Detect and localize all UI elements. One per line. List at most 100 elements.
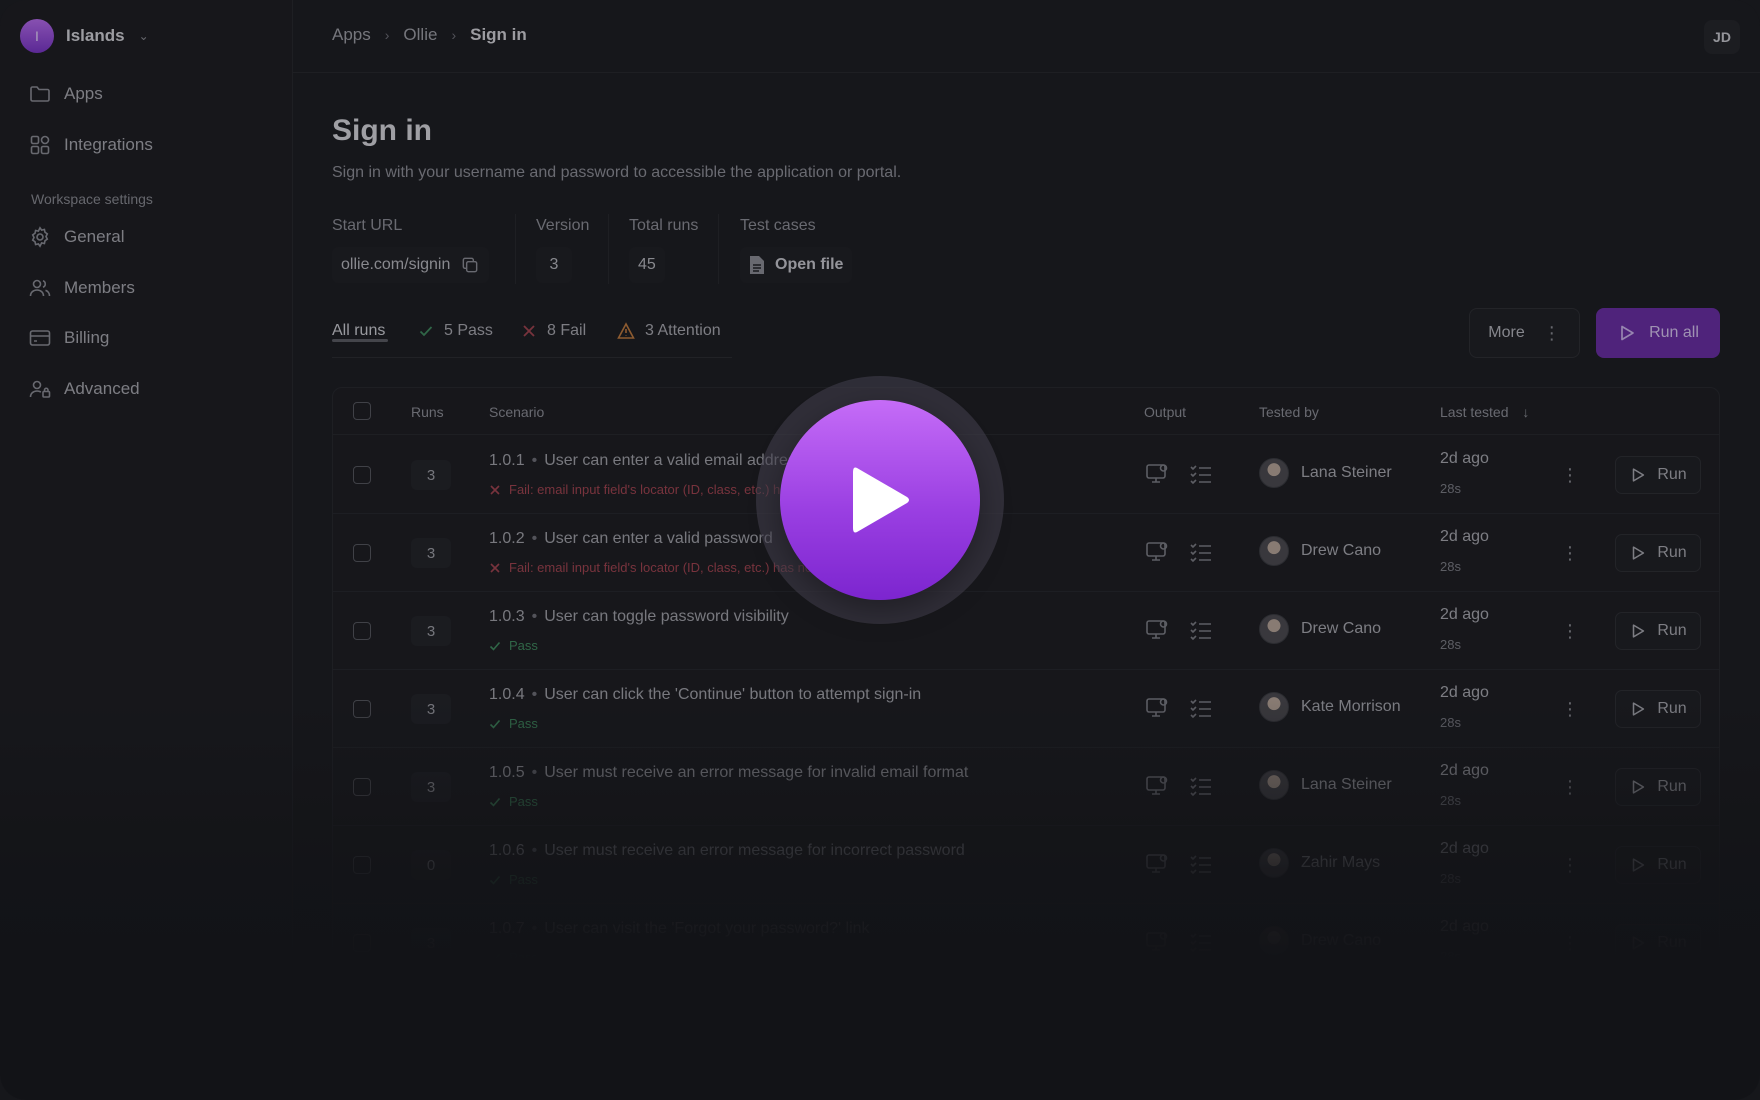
run-button[interactable]: Run <box>1615 924 1701 962</box>
table-row[interactable]: 3 1.0.4 • User can click the 'Continue' but… <box>333 670 1719 748</box>
scenario[interactable]: 1.0.6 • User must receive an error message… <box>489 842 965 860</box>
scenario[interactable]: 1.0.5 • User must receive an error message… <box>489 764 968 782</box>
video-play-button[interactable] <box>780 400 980 600</box>
topbar: Apps › Ollie › Sign in JD <box>293 0 1760 73</box>
breadcrumb-apps[interactable]: Apps <box>332 25 371 45</box>
tab-attention[interactable]: 3 Attention <box>617 322 721 340</box>
header-output: Output <box>1144 404 1187 420</box>
last-tested: 2d ago <box>1440 528 1489 545</box>
checklist-icon[interactable] <box>1188 617 1214 643</box>
last-tested: 2d ago <box>1440 606 1489 623</box>
sidebar-item-members[interactable]: Members <box>28 276 135 300</box>
kebab-icon[interactable]: ⋮ <box>1560 853 1580 877</box>
user-avatar[interactable]: JD <box>1704 20 1740 54</box>
run-button[interactable]: Run <box>1615 456 1701 494</box>
checklist-icon[interactable] <box>1188 539 1214 565</box>
kebab-icon[interactable]: ⋮ <box>1560 463 1580 487</box>
scenario-title: User can visit the 'Forgot your password… <box>544 920 870 937</box>
run-duration: 28s <box>1440 871 1461 886</box>
row-checkbox[interactable] <box>353 466 371 484</box>
checklist-icon[interactable] <box>1188 461 1214 487</box>
total-runs-value: 45 <box>629 247 665 283</box>
tester: Zahir Mays <box>1259 848 1380 878</box>
page-subtitle: Sign in with your username and password … <box>332 164 902 181</box>
warning-icon <box>617 322 635 339</box>
run-button[interactable]: Run <box>1615 612 1701 650</box>
run-label: Run <box>1657 934 1687 951</box>
scenario[interactable]: 1.0.7 • User can visit the 'Forgot your pa… <box>489 920 870 938</box>
separator-dot: • <box>531 842 538 859</box>
select-all-checkbox[interactable] <box>353 402 371 420</box>
breadcrumb: Apps › Ollie › Sign in <box>332 25 527 45</box>
tab-label: 5 Pass <box>444 322 493 339</box>
screen-recording-icon[interactable] <box>1144 929 1170 955</box>
sidebar-item-advanced[interactable]: Advanced <box>28 377 140 401</box>
table-row[interactable]: 3 1.0.3 • User can toggle password visibili… <box>333 592 1719 670</box>
table-row[interactable]: 3 1.0.2 • User can enter a valid password Fa… <box>333 514 1719 592</box>
breadcrumb-ollie[interactable]: Ollie <box>403 25 437 45</box>
kebab-icon[interactable]: ⋮ <box>1560 697 1580 721</box>
scenario[interactable]: 1.0.3 • User can toggle password visibilit… <box>489 608 789 626</box>
copy-icon[interactable] <box>460 255 480 275</box>
screen-recording-icon[interactable] <box>1144 617 1170 643</box>
kebab-icon[interactable]: ⋮ <box>1560 541 1580 565</box>
divider <box>515 214 516 284</box>
open-file-link[interactable]: Open file <box>740 247 853 283</box>
screen-recording-icon[interactable] <box>1144 851 1170 877</box>
screen-recording-icon[interactable] <box>1144 461 1170 487</box>
table-row[interactable]: 3 1.0.7 • User can visit the 'Forgot your p… <box>333 904 1719 982</box>
scenario[interactable]: 1.0.4 • User can click the 'Continue' butt… <box>489 686 921 704</box>
sidebar-item-apps[interactable]: Apps <box>28 82 103 106</box>
screen-recording-icon[interactable] <box>1144 773 1170 799</box>
row-checkbox[interactable] <box>353 700 371 718</box>
scenario[interactable]: 1.0.1 • User can enter a valid email addre… <box>489 452 804 470</box>
checklist-icon[interactable] <box>1188 851 1214 877</box>
gear-icon <box>31 226 49 248</box>
screen-recording-icon[interactable] <box>1144 695 1170 721</box>
sidebar-item-billing[interactable]: Billing <box>28 326 109 350</box>
check-icon <box>489 641 501 651</box>
row-checkbox[interactable] <box>353 934 371 952</box>
table-row[interactable]: 3 1.0.1 • User can enter a valid email addr… <box>333 436 1719 514</box>
divider <box>718 214 719 284</box>
kebab-icon[interactable]: ⋮ <box>1560 619 1580 643</box>
screen-recording-icon[interactable] <box>1144 539 1170 565</box>
check-icon <box>489 875 501 885</box>
separator-dot: • <box>531 452 538 469</box>
tab-fail[interactable]: 8 Fail <box>521 322 586 340</box>
last-tested: 2d ago <box>1440 918 1489 935</box>
checklist-icon[interactable] <box>1188 695 1214 721</box>
file-icon <box>750 256 764 274</box>
total-runs-label: Total runs <box>629 217 699 234</box>
run-button[interactable]: Run <box>1615 690 1701 728</box>
tester-name: Drew Cano <box>1301 932 1382 949</box>
run-button[interactable]: Run <box>1615 534 1701 572</box>
sidebar-item-general[interactable]: General <box>28 225 124 249</box>
row-checkbox[interactable] <box>353 856 371 874</box>
kebab-icon[interactable]: ⋮ <box>1560 931 1580 955</box>
status-message: Pass <box>489 950 538 965</box>
checklist-icon[interactable] <box>1188 929 1214 955</box>
run-button[interactable]: Run <box>1615 768 1701 806</box>
scenario[interactable]: 1.0.2 • User can enter a valid password <box>489 530 773 548</box>
tab-all-runs[interactable]: All runs <box>332 322 388 342</box>
more-button[interactable]: More ⋮ <box>1469 308 1580 358</box>
sidebar: I Islands ⌄ Apps Integrations Workspace … <box>0 0 293 1100</box>
checklist-icon[interactable] <box>1188 773 1214 799</box>
tab-pass[interactable]: 5 Pass <box>418 322 493 340</box>
row-checkbox[interactable] <box>353 544 371 562</box>
run-button[interactable]: Run <box>1615 846 1701 884</box>
scenario-id: 1.0.6 <box>489 842 525 859</box>
workspace-name: Islands <box>66 26 125 45</box>
table-row[interactable]: 0 1.0.6 • User must receive an error messag… <box>333 826 1719 904</box>
row-checkbox[interactable] <box>353 622 371 640</box>
row-checkbox[interactable] <box>353 778 371 796</box>
run-all-button[interactable]: Run all <box>1596 308 1720 358</box>
kebab-icon[interactable]: ⋮ <box>1560 775 1580 799</box>
table-row[interactable]: 3 1.0.5 • User must receive an error messag… <box>333 748 1719 826</box>
sidebar-item-integrations[interactable]: Integrations <box>28 133 153 157</box>
play-icon <box>853 467 909 533</box>
workspace-switcher[interactable]: I Islands ⌄ <box>20 19 149 53</box>
last-tested: 2d ago <box>1440 684 1489 701</box>
header-last-tested[interactable]: Last tested ↓ <box>1440 404 1529 420</box>
